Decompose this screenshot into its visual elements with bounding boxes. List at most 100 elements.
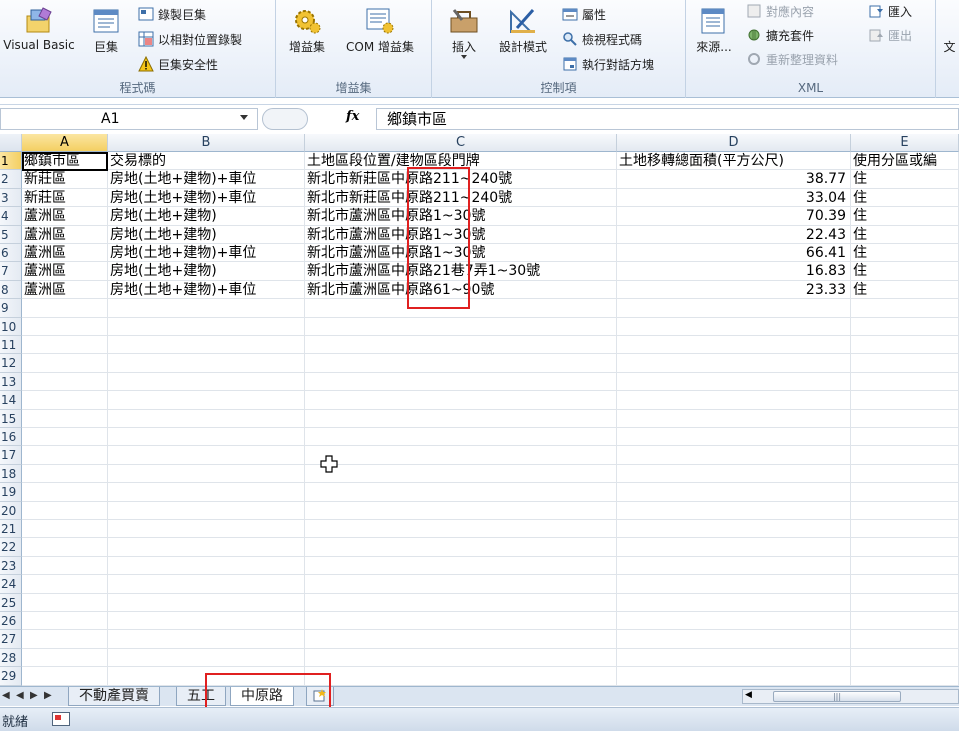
row-header[interactable]: 19	[0, 483, 22, 502]
cell[interactable]	[108, 520, 305, 539]
cell[interactable]	[305, 317, 617, 336]
cell[interactable]	[305, 593, 617, 612]
cell[interactable]: 66.41	[617, 244, 851, 263]
row-header[interactable]: 17	[0, 446, 22, 465]
sheet-tab-1[interactable]: 不動產買賣	[68, 687, 160, 706]
record-macro-button[interactable]: 錄製巨集	[138, 5, 206, 25]
row-header[interactable]: 5	[0, 225, 22, 244]
cell[interactable]	[851, 372, 959, 392]
cell[interactable]	[305, 391, 617, 410]
row-header[interactable]: 9	[0, 299, 22, 318]
cell[interactable]	[851, 317, 959, 336]
column-header-a[interactable]: A	[22, 134, 108, 152]
row-header[interactable]: 18	[0, 464, 22, 484]
cell[interactable]	[108, 391, 305, 410]
cell[interactable]	[617, 538, 851, 557]
cell[interactable]	[108, 593, 305, 612]
row-header[interactable]: 20	[0, 501, 22, 520]
cell[interactable]: 房地(土地+建物)	[108, 262, 305, 281]
cell[interactable]	[851, 464, 959, 484]
cell[interactable]	[305, 299, 617, 318]
cell[interactable]	[22, 612, 108, 631]
column-header-c[interactable]: C	[305, 134, 617, 152]
cell[interactable]: 交易標的	[108, 152, 305, 171]
cell[interactable]	[617, 483, 851, 502]
row-header[interactable]: 7	[0, 262, 22, 281]
row-header[interactable]: 27	[0, 630, 22, 649]
cell[interactable]: 新北市蘆洲區中原路21巷7弄1~30號	[305, 262, 617, 281]
overflow-button[interactable]: 文	[940, 38, 959, 54]
cell[interactable]: 房地(土地+建物)	[108, 225, 305, 244]
cell[interactable]	[305, 575, 617, 594]
cell[interactable]	[108, 648, 305, 668]
row-header[interactable]: 2	[0, 170, 22, 189]
cell[interactable]	[108, 354, 305, 373]
cell[interactable]: 房地(土地+建物)+車位	[108, 280, 305, 300]
expansion-packs-button[interactable]: 擴充套件	[746, 26, 814, 46]
cell[interactable]: 住	[851, 225, 959, 244]
cell[interactable]	[851, 575, 959, 594]
spreadsheet-grid[interactable]: A B C D E 1 2 3 4 5 6 7 8 9 10 11 12 13 14 15 16 17 18 19 2…	[0, 134, 959, 686]
cell[interactable]	[851, 612, 959, 631]
cell[interactable]	[851, 446, 959, 465]
cell[interactable]	[851, 409, 959, 428]
cell[interactable]: 鄉鎮市區	[22, 152, 108, 171]
cell[interactable]: 住	[851, 280, 959, 300]
cell[interactable]: 70.39	[617, 207, 851, 226]
cell[interactable]: 新莊區	[22, 188, 108, 208]
row-header[interactable]: 12	[0, 354, 22, 373]
cell[interactable]	[22, 464, 108, 484]
row-header[interactable]: 14	[0, 391, 22, 410]
cell[interactable]	[108, 299, 305, 318]
cell[interactable]	[108, 317, 305, 336]
sheet-tab-3[interactable]: 中原路	[230, 687, 294, 706]
macro-security-button[interactable]: 巨集安全性	[138, 55, 218, 75]
cell[interactable]: 16.83	[617, 262, 851, 281]
cell[interactable]: 住	[851, 170, 959, 189]
cell[interactable]	[22, 648, 108, 668]
row-header[interactable]: 16	[0, 428, 22, 447]
view-code-button[interactable]: 檢視程式碼	[562, 30, 642, 50]
cell[interactable]	[22, 299, 108, 318]
map-properties-button[interactable]: 對應內容	[746, 2, 814, 22]
cell[interactable]: 蘆洲區	[22, 280, 108, 300]
prev-sheet-icon[interactable]: ◀	[16, 690, 24, 701]
row-header[interactable]: 23	[0, 556, 22, 576]
scroll-left-icon[interactable]: ◀	[745, 690, 752, 700]
row-header[interactable]: 11	[0, 336, 22, 355]
cell[interactable]	[851, 299, 959, 318]
cell[interactable]	[22, 556, 108, 576]
select-all-corner[interactable]	[0, 134, 22, 152]
cell[interactable]	[305, 428, 617, 447]
cell[interactable]	[617, 520, 851, 539]
xml-source-button[interactable]: 來源...	[692, 4, 736, 64]
cell[interactable]	[22, 520, 108, 539]
cell[interactable]	[617, 299, 851, 318]
cell[interactable]: 蘆洲區	[22, 262, 108, 281]
insert-function-button[interactable]: fx	[346, 109, 359, 124]
cell[interactable]: 蘆洲區	[22, 244, 108, 263]
cell[interactable]	[617, 391, 851, 410]
cell[interactable]	[617, 317, 851, 336]
cell[interactable]	[851, 667, 959, 686]
cell[interactable]: 使用分區或編	[851, 152, 959, 171]
cell[interactable]: 住	[851, 244, 959, 263]
column-header-d[interactable]: D	[617, 134, 851, 152]
row-header[interactable]: 8	[0, 280, 22, 300]
cell[interactable]	[108, 575, 305, 594]
name-box[interactable]: A1	[0, 108, 258, 130]
cell[interactable]: 住	[851, 262, 959, 281]
row-header[interactable]: 13	[0, 372, 22, 392]
cell[interactable]	[617, 336, 851, 355]
row-header[interactable]: 15	[0, 409, 22, 428]
cell[interactable]	[22, 372, 108, 392]
cell[interactable]	[617, 593, 851, 612]
design-mode-button[interactable]: 設計模式	[490, 4, 556, 64]
cell[interactable]	[851, 556, 959, 576]
cell[interactable]: 住	[851, 207, 959, 226]
cell[interactable]	[305, 501, 617, 520]
sheet-tab-2[interactable]: 五工	[176, 687, 226, 706]
cell[interactable]	[851, 428, 959, 447]
cell[interactable]: 新北市蘆洲區中原路1~30號	[305, 207, 617, 226]
first-sheet-icon[interactable]: ◀	[2, 690, 10, 701]
